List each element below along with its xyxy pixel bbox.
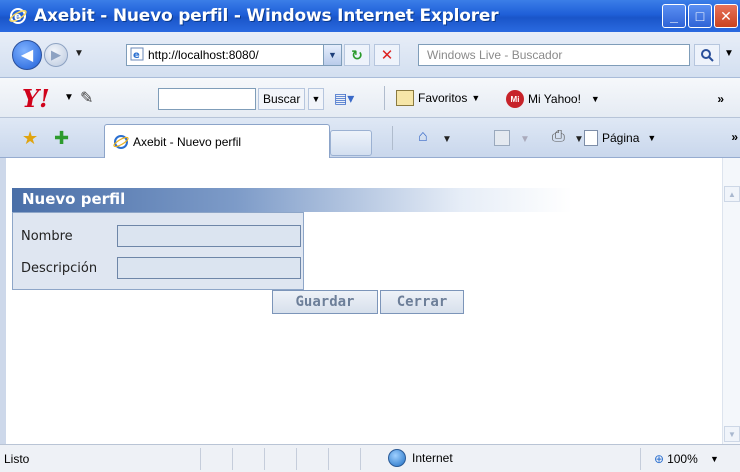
pencil-icon[interactable]: ✎ <box>80 88 93 108</box>
vertical-scrollbar[interactable]: ▲ ▼ <box>722 158 740 444</box>
scroll-up-icon[interactable]: ▲ <box>724 186 740 202</box>
separator <box>360 448 361 470</box>
more-toolbar-icon[interactable]: » <box>717 92 724 106</box>
zoom-control[interactable]: ⊕ 100% <box>654 452 698 466</box>
print-dropdown-icon[interactable]: ▼ <box>574 134 584 145</box>
back-button[interactable]: ◀ <box>12 40 42 70</box>
search-button[interactable] <box>694 44 720 66</box>
new-tab-button[interactable] <box>330 130 372 156</box>
buscar-button[interactable]: Buscar <box>258 88 306 110</box>
svg-text:e: e <box>14 10 21 23</box>
favoritos-label: Favoritos <box>418 91 468 105</box>
tab-axebit-nuevo-perfil[interactable]: Axebit - Nuevo perfil <box>104 124 330 158</box>
nombre-field[interactable] <box>117 225 301 247</box>
url-text: http://localhost:8080/ <box>148 48 259 62</box>
print-icon[interactable]: ⎙ <box>552 128 565 146</box>
separator <box>640 448 641 470</box>
yahoo-toolbar: Y! ▼ ✎ Buscar ▼ ▤▾ Favoritos ▼ Mi Mi Yah… <box>0 78 740 118</box>
cerrar-button[interactable]: Cerrar <box>380 290 464 314</box>
security-zone[interactable]: Internet <box>388 449 453 467</box>
page-icon: e <box>130 47 144 64</box>
chevron-down-icon: ▼ <box>471 93 481 103</box>
close-button[interactable]: ✕ <box>714 4 738 28</box>
search-input[interactable]: Windows Live - Buscador <box>418 44 690 66</box>
descripcion-label: Descripción <box>21 261 98 276</box>
favorites-icon <box>396 90 414 106</box>
home-icon[interactable]: ⌂ <box>418 128 428 146</box>
descripcion-field[interactable] <box>117 257 301 279</box>
zoom-dropdown-icon[interactable]: ▼ <box>710 454 719 464</box>
separator <box>384 86 385 110</box>
title-bar: e Axebit - Nuevo perfil - Windows Intern… <box>0 0 740 32</box>
profile-form: Nombre Descripción <box>12 212 304 290</box>
tab-label: Axebit - Nuevo perfil <box>133 134 242 149</box>
yahoo-search-input[interactable] <box>158 88 256 110</box>
toolbar-layout-icon[interactable]: ▤▾ <box>334 90 354 107</box>
chevron-down-icon: ▼ <box>647 133 657 143</box>
home-dropdown-icon[interactable]: ▼ <box>442 134 452 145</box>
yahoo-logo[interactable]: Y! <box>22 84 50 113</box>
zoom-level: 100% <box>667 452 698 466</box>
separator <box>392 126 393 150</box>
more-commands-icon[interactable]: » <box>731 130 738 144</box>
pagina-label: Página <box>602 131 640 145</box>
ie-icon: e <box>8 6 28 26</box>
nombre-label: Nombre <box>21 229 73 244</box>
separator <box>296 448 297 470</box>
address-toolbar: ◀ ▶ ▼ e http://localhost:8080/ ▼ ↻ ✕ Win… <box>0 32 740 78</box>
svg-text:e: e <box>133 50 140 61</box>
tab-toolbar: ★ ✚ Axebit - Nuevo perfil ⌂ ▼ ▼ ⎙ ▼ Pági… <box>0 118 740 158</box>
maximize-button[interactable]: □ <box>688 4 712 28</box>
favorites-star-icon[interactable]: ★ <box>22 128 38 149</box>
yahoo-menu-icon[interactable]: ▼ <box>64 92 74 103</box>
feeds-icon[interactable] <box>494 130 510 146</box>
chevron-down-icon: ▼ <box>590 94 600 104</box>
panel-title: Nuevo perfil <box>12 188 572 212</box>
mi-yahoo-label: Mi Yahoo! <box>528 92 581 106</box>
separator <box>264 448 265 470</box>
address-field[interactable]: e http://localhost:8080/ ▼ <box>126 44 342 66</box>
separator <box>200 448 201 470</box>
history-dropdown-icon[interactable]: ▼ <box>74 48 84 59</box>
ie-tab-icon <box>113 134 129 149</box>
search-options-icon[interactable]: ▼ <box>724 48 734 59</box>
status-text: Listo <box>4 452 30 466</box>
mi-yahoo-icon: Mi <box>506 90 524 108</box>
zoom-icon: ⊕ <box>654 452 665 466</box>
add-favorite-icon[interactable]: ✚ <box>54 128 69 149</box>
separator <box>328 448 329 470</box>
zone-label: Internet <box>412 451 453 465</box>
status-bar: Listo Internet ⊕ 100% ▼ <box>0 444 740 472</box>
favoritos-button[interactable]: Favoritos ▼ <box>396 90 480 106</box>
guardar-button[interactable]: Guardar <box>272 290 378 314</box>
pagina-menu-button[interactable]: Página ▼ <box>584 130 656 146</box>
separator <box>232 448 233 470</box>
mi-yahoo-button[interactable]: Mi Mi Yahoo! ▼ <box>506 90 600 108</box>
refresh-button[interactable]: ↻ <box>344 44 370 66</box>
forward-button[interactable]: ▶ <box>44 43 68 67</box>
feeds-dropdown-icon: ▼ <box>520 134 530 145</box>
stop-button[interactable]: ✕ <box>374 44 400 66</box>
minimize-button[interactable]: _ <box>662 4 686 28</box>
globe-icon <box>388 449 406 467</box>
search-icon <box>701 49 714 62</box>
scroll-down-icon[interactable]: ▼ <box>724 426 740 442</box>
page-menu-icon <box>584 130 598 146</box>
window-title: Axebit - Nuevo perfil - Windows Internet… <box>34 6 499 26</box>
address-dropdown-icon[interactable]: ▼ <box>323 45 341 65</box>
buscar-dropdown-icon[interactable]: ▼ <box>308 88 324 110</box>
